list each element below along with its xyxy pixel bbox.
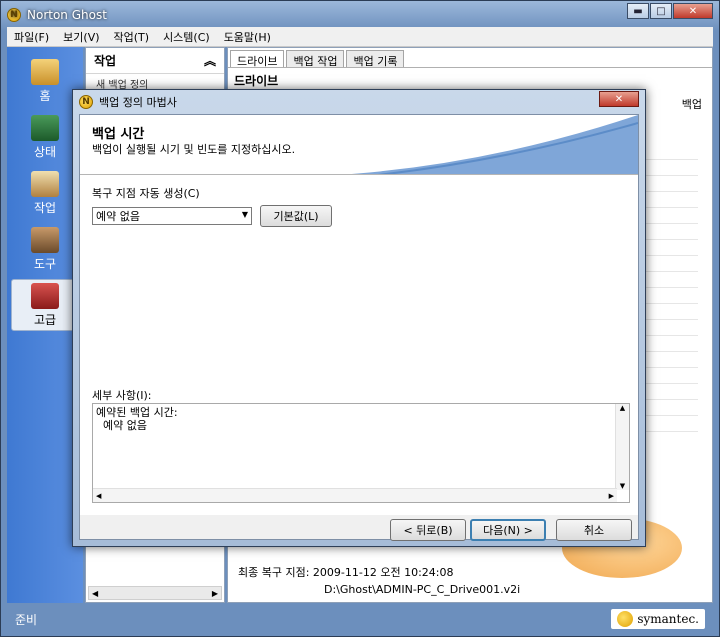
detail-textbox[interactable]: 예약된 백업 시간: 예약 없음 ▲ ▼ ◀ ▶	[92, 403, 630, 503]
detail-vscrollbar[interactable]: ▲ ▼	[615, 404, 629, 490]
tasks-icon	[31, 170, 59, 197]
symantec-logo-icon	[617, 611, 634, 627]
status-icon	[31, 114, 59, 141]
dialog-title: 백업 정의 마법사	[99, 96, 177, 109]
tab-backup-jobs[interactable]: 백업 작업	[286, 50, 345, 68]
detail-text: 예약된 백업 시간: 예약 없음	[96, 406, 178, 432]
schedule-select[interactable]: 예약 없음 ▼	[92, 207, 252, 225]
scroll-left-icon[interactable]: ◀	[92, 589, 98, 598]
last-restore-label: 최종 복구 지점:	[238, 566, 310, 579]
scroll-up-icon[interactable]: ▲	[620, 404, 625, 412]
task-panel-scrollbar[interactable]: ◀ ▶	[88, 586, 222, 600]
nav-advanced-label: 고급	[33, 312, 57, 327]
header-subtitle: 백업이 실행될 시기 및 빈도를 지정하십시오.	[92, 143, 296, 156]
header-swoosh-graphic	[351, 115, 638, 174]
nav-status-label: 상태	[33, 144, 57, 159]
detail-hscrollbar[interactable]: ◀ ▶	[93, 488, 617, 502]
tools-icon	[31, 226, 59, 253]
menu-help[interactable]: 도움말(H)	[217, 29, 278, 45]
menu-bar: 파일(F) 보기(V) 작업(T) 시스템(C) 도움말(H)	[7, 27, 713, 47]
scroll-down-icon[interactable]: ▼	[620, 482, 625, 490]
scroll-left-icon[interactable]: ◀	[96, 492, 101, 500]
scroll-right-icon[interactable]: ▶	[609, 492, 614, 500]
nav-advanced[interactable]: 고급	[11, 279, 79, 331]
collapse-icon[interactable]: ︽	[204, 52, 216, 69]
nav-home[interactable]: 홈	[11, 55, 79, 107]
window-controls: ▬ □ ✕	[627, 3, 713, 19]
dialog-main: 복구 지점 자동 생성(C) 예약 없음 ▼ 기본값(L) 세부 사항(I): …	[80, 175, 638, 515]
close-button[interactable]: ✕	[673, 3, 713, 19]
menu-view[interactable]: 보기(V)	[56, 29, 106, 45]
backup-wizard-dialog: N 백업 정의 마법사 ✕ 백업 시간 백업이 실행될 시기 및 빈도를 지정하…	[72, 89, 646, 547]
norton-logo-icon: N	[79, 95, 93, 109]
next-button[interactable]: 다음(N) >	[470, 519, 546, 541]
default-button[interactable]: 기본값(L)	[260, 205, 332, 227]
auto-create-label: 복구 지점 자동 생성(C)	[92, 187, 200, 200]
dialog-close-button[interactable]: ✕	[599, 91, 639, 107]
maximize-button[interactable]: □	[650, 3, 672, 19]
back-button[interactable]: < 뒤로(B)	[390, 519, 466, 541]
content-tabs: 드라이브 백업 작업 백업 기록	[228, 48, 712, 68]
dropdown-arrow-icon: ▼	[241, 210, 248, 219]
nav-tasks-label: 작업	[33, 200, 57, 215]
norton-logo-icon: N	[7, 8, 21, 22]
symantec-logo: symantec.	[611, 609, 705, 629]
nav-status[interactable]: 상태	[11, 111, 79, 163]
last-restore-path: D:\Ghost\ADMIN-PC_C_Drive001.v2i	[324, 583, 521, 596]
app-title: Norton Ghost	[27, 8, 107, 22]
last-restore-info: 최종 복구 지점: 2009-11-12 오전 10:24:08 D:\Ghos…	[238, 564, 520, 598]
cancel-button[interactable]: 취소	[556, 519, 632, 541]
backup-column-header[interactable]: 백업	[682, 96, 702, 112]
last-restore-time: 2009-11-12 오전 10:24:08	[312, 566, 454, 579]
nav-home-label: 홈	[39, 88, 51, 103]
home-icon	[31, 58, 59, 85]
task-panel-title: 작업	[94, 54, 117, 68]
nav-tasks[interactable]: 작업	[11, 167, 79, 219]
menu-system[interactable]: 시스템(C)	[156, 29, 217, 45]
task-panel-header: 작업 ︽	[86, 48, 224, 74]
dialog-titlebar: N 백업 정의 마법사	[79, 93, 177, 111]
tab-drives[interactable]: 드라이브	[230, 50, 285, 68]
menu-file[interactable]: 파일(F)	[7, 29, 56, 45]
nav-tools-label: 도구	[33, 256, 57, 271]
scroll-right-icon[interactable]: ▶	[212, 589, 218, 598]
detail-label: 세부 사항(I):	[92, 389, 152, 402]
tab-backup-history[interactable]: 백업 기록	[346, 50, 405, 68]
schedule-select-value: 예약 없음	[96, 210, 140, 223]
advanced-icon	[31, 282, 59, 309]
status-bar: 준비 symantec.	[7, 605, 713, 633]
minimize-button[interactable]: ▬	[627, 3, 649, 19]
status-text: 준비	[15, 612, 38, 627]
dialog-header: 백업 시간 백업이 실행될 시기 및 빈도를 지정하십시오.	[80, 115, 638, 175]
header-title: 백업 시간	[92, 127, 145, 142]
dialog-body: 백업 시간 백업이 실행될 시기 및 빈도를 지정하십시오. 복구 지점 자동 …	[79, 114, 639, 541]
brand-text: symantec.	[637, 612, 699, 626]
menu-tasks[interactable]: 작업(T)	[107, 29, 157, 45]
nav-tools[interactable]: 도구	[11, 223, 79, 275]
main-titlebar: N Norton Ghost	[7, 5, 107, 25]
